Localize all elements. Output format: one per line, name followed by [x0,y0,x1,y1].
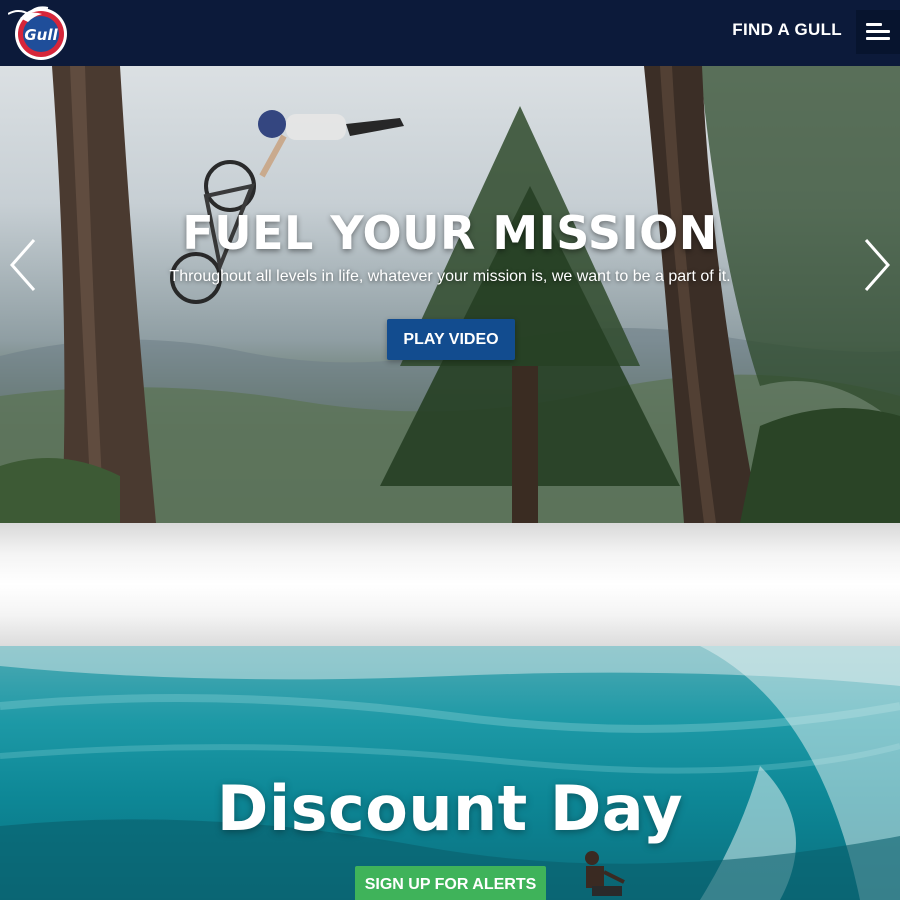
hero-subtitle: Throughout all levels in life, whatever … [169,268,731,285]
hamburger-menu-icon [866,23,882,26]
discount-day-banner: Discount Day SIGN UP FOR ALERTS [0,646,900,900]
hero-carousel: FUEL YOUR MISSION Throughout all levels … [0,66,900,523]
gull-logo[interactable]: Gull [7,6,70,62]
hero-background-image [0,66,900,523]
section-divider [0,523,900,646]
play-video-button[interactable]: PLAY VIDEO [387,319,515,360]
menu-button[interactable] [856,10,900,54]
svg-text:Gull: Gull [24,26,58,44]
sign-up-for-alerts-button[interactable]: SIGN UP FOR ALERTS [355,866,546,900]
discount-day-title: Discount Day [216,772,684,845]
site-header: Gull FIND A GULL [0,0,900,66]
hero-title: FUEL YOUR MISSION [182,206,718,260]
find-a-gull-link[interactable]: FIND A GULL [732,20,842,40]
